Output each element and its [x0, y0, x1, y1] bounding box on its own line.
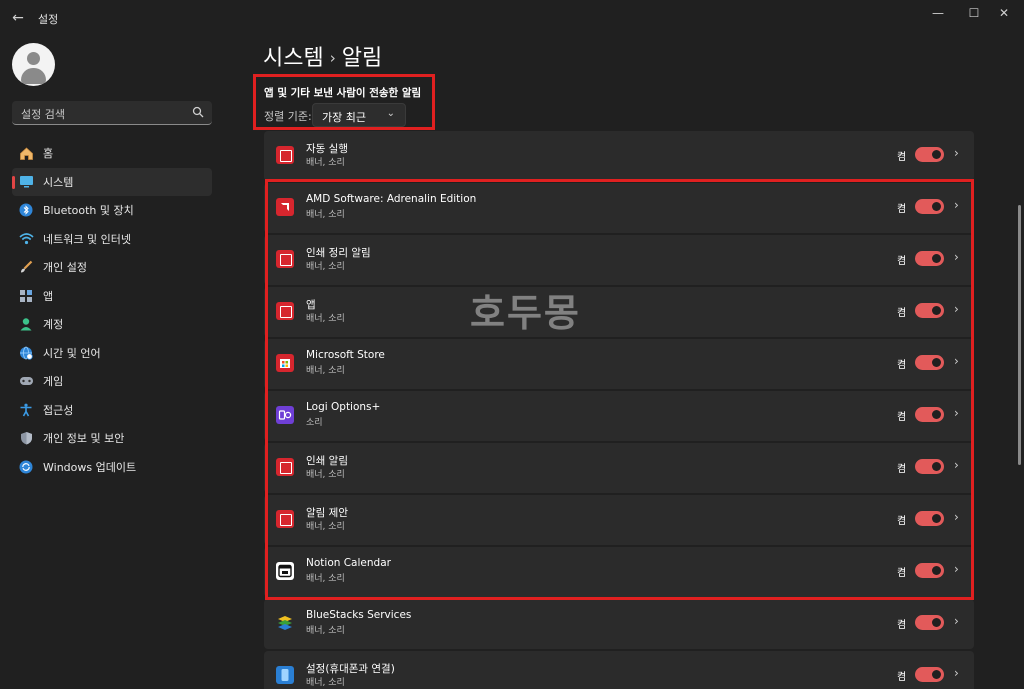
autoplay-icon	[276, 146, 294, 164]
title-bar: ← 설정 — ☐ ✕	[0, 0, 1024, 36]
shield-icon	[18, 430, 34, 446]
bluetooth-icon	[18, 202, 34, 218]
sidebar-item-network[interactable]: 네트워크 및 인터넷	[12, 225, 212, 254]
sidebar-item-label: 게임	[43, 375, 64, 389]
home-icon	[18, 145, 34, 161]
app-notification-row[interactable]: 자동 실행 배너, 소리 켬 ›	[264, 131, 974, 181]
update-icon	[18, 459, 34, 475]
back-arrow-icon[interactable]: ←	[8, 8, 28, 28]
breadcrumb-separator: ›	[329, 49, 336, 67]
sidebar-item-privacy-security[interactable]: 개인 정보 및 보안	[12, 424, 212, 453]
app-name: BlueStacks Services	[306, 609, 412, 621]
app-name: 자동 실행	[306, 143, 348, 155]
sidebar-item-accessibility[interactable]: 접근성	[12, 396, 212, 425]
sidebar-item-gaming[interactable]: 게임	[12, 367, 212, 396]
sidebar-item-label: Bluetooth 및 장치	[43, 204, 134, 218]
sidebar-item-label: 개인 정보 및 보안	[43, 432, 125, 446]
app-notification-types: 배너, 소리	[306, 678, 345, 688]
apps-icon	[18, 288, 34, 304]
system-icon	[18, 174, 34, 190]
annotation-highlight-box	[265, 179, 974, 600]
sidebar-nav: 홈 시스템 Bluetooth 및 장치 네트워크 및 인터넷 개인 설정 앱 …	[12, 139, 212, 481]
scrollbar[interactable]	[1018, 205, 1021, 465]
sidebar-item-time-language[interactable]: 시간 및 언어	[12, 339, 212, 368]
sidebar-item-apps[interactable]: 앱	[12, 282, 212, 311]
search-input[interactable]: 설정 검색	[12, 101, 212, 125]
gamepad-icon	[18, 373, 34, 389]
toggle-state-label: 켬	[897, 620, 907, 631]
sidebar-item-system[interactable]: 시스템	[12, 167, 212, 196]
sort-label: 정렬 기준:	[264, 110, 312, 123]
sidebar-item-label: 홈	[43, 147, 54, 161]
sidebar-item-windows-update[interactable]: Windows 업데이트	[12, 453, 212, 482]
app-notification-row[interactable]: BlueStacks Services 배너, 소리 켬 ›	[264, 599, 974, 649]
bluestacks-icon	[276, 614, 294, 632]
notification-toggle[interactable]	[915, 615, 944, 630]
watermark-text: 호두몽	[470, 291, 581, 335]
app-notification-types: 배너, 소리	[306, 626, 345, 636]
sort-value: 가장 최근	[322, 111, 366, 124]
section-title: 앱 및 기타 보낸 사람이 전송한 알림	[264, 87, 422, 99]
avatar[interactable]	[12, 43, 55, 86]
app-notification-types: 배너, 소리	[306, 158, 345, 168]
sidebar-item-personalization[interactable]: 개인 설정	[12, 253, 212, 282]
chevron-right-icon[interactable]: ›	[954, 146, 959, 160]
toggle-state-label: 켬	[897, 672, 907, 683]
chevron-down-icon: ⌄	[386, 108, 395, 119]
sidebar-item-label: 접근성	[43, 403, 74, 417]
breadcrumb-parent[interactable]: 시스템	[263, 46, 324, 71]
account-icon	[18, 316, 34, 332]
sidebar-item-label: 시간 및 언어	[43, 346, 101, 360]
sidebar-item-label: 계정	[43, 318, 64, 332]
sidebar-item-label: Windows 업데이트	[43, 460, 137, 474]
chevron-right-icon[interactable]: ›	[954, 614, 959, 628]
search-placeholder: 설정 검색	[21, 108, 65, 121]
minimize-button[interactable]: —	[920, 4, 956, 22]
sidebar-item-label: 앱	[43, 289, 54, 303]
sidebar-item-bluetooth[interactable]: Bluetooth 및 장치	[12, 196, 212, 225]
app-notification-row[interactable]: 설정(휴대폰과 연결) 배너, 소리 켬 ›	[264, 651, 974, 689]
sidebar-item-label: 개인 설정	[43, 261, 87, 275]
brush-icon	[18, 259, 34, 275]
window-title: 설정	[38, 13, 59, 26]
breadcrumb: 시스템 › 알림	[263, 40, 382, 72]
app-name: 설정(휴대폰과 연결)	[306, 663, 395, 675]
sidebar-item-accounts[interactable]: 계정	[12, 310, 212, 339]
page-title: 알림	[341, 46, 383, 71]
globe-icon	[18, 345, 34, 361]
chevron-right-icon[interactable]: ›	[954, 666, 959, 680]
close-button[interactable]: ✕	[986, 4, 1022, 22]
accessibility-icon	[18, 402, 34, 418]
sidebar-item-label: 네트워크 및 인터넷	[43, 232, 131, 246]
toggle-state-label: 켬	[897, 152, 907, 163]
sidebar-item-label: 시스템	[43, 175, 74, 189]
phone-link-icon	[276, 666, 294, 684]
search-icon[interactable]	[192, 106, 204, 118]
notification-toggle[interactable]	[915, 667, 944, 682]
sort-dropdown[interactable]: 가장 최근 ⌄	[312, 103, 406, 127]
notification-toggle[interactable]	[915, 147, 944, 162]
wifi-icon	[18, 231, 34, 247]
sidebar-item-home[interactable]: 홈	[12, 139, 212, 168]
